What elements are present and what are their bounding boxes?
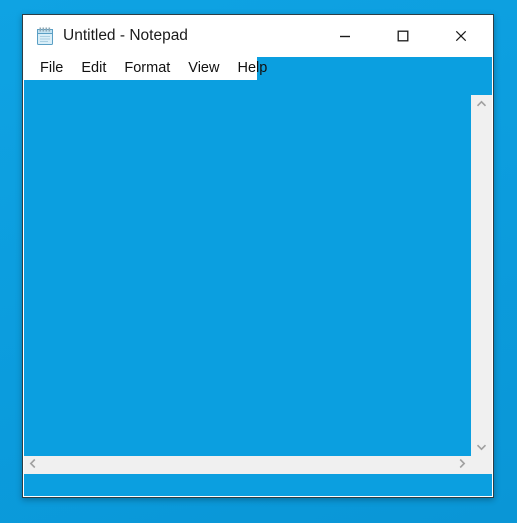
maximize-button[interactable] — [380, 15, 425, 57]
notepad-icon — [36, 26, 55, 46]
menu-item-view[interactable]: View — [179, 57, 228, 80]
menu-bar: File Edit Format View Help — [24, 57, 267, 80]
menu-item-format[interactable]: Format — [115, 57, 179, 80]
chevron-up-icon — [476, 95, 487, 113]
minimize-icon — [322, 30, 367, 42]
scrollbar-corner — [471, 456, 492, 474]
chevron-down-icon — [476, 438, 487, 456]
menu-item-edit[interactable]: Edit — [72, 57, 115, 80]
vertical-scrollbar[interactable] — [471, 95, 492, 456]
client-area — [24, 57, 492, 496]
bottom-band — [24, 474, 492, 496]
chevron-right-icon — [458, 456, 466, 474]
title-bar[interactable]: Untitled - Notepad — [23, 15, 493, 57]
horizontal-scrollbar[interactable] — [24, 456, 471, 474]
text-editor-area[interactable] — [24, 80, 471, 478]
scroll-left-button[interactable] — [24, 456, 42, 474]
menu-item-file[interactable]: File — [31, 57, 72, 80]
chevron-left-icon — [29, 456, 37, 474]
menu-item-help[interactable]: Help — [228, 57, 276, 80]
minimize-button[interactable] — [322, 15, 367, 57]
window-title: Untitled - Notepad — [63, 27, 188, 44]
notepad-window: Untitled - Notepad File Edit Format View… — [22, 14, 494, 498]
scroll-down-button[interactable] — [471, 438, 492, 456]
maximize-icon — [380, 30, 425, 42]
close-button[interactable] — [438, 15, 483, 57]
desktop-background: Untitled - Notepad File Edit Format View… — [0, 0, 517, 523]
close-icon — [438, 30, 483, 42]
scroll-right-button[interactable] — [453, 456, 471, 474]
scroll-up-button[interactable] — [471, 95, 492, 113]
